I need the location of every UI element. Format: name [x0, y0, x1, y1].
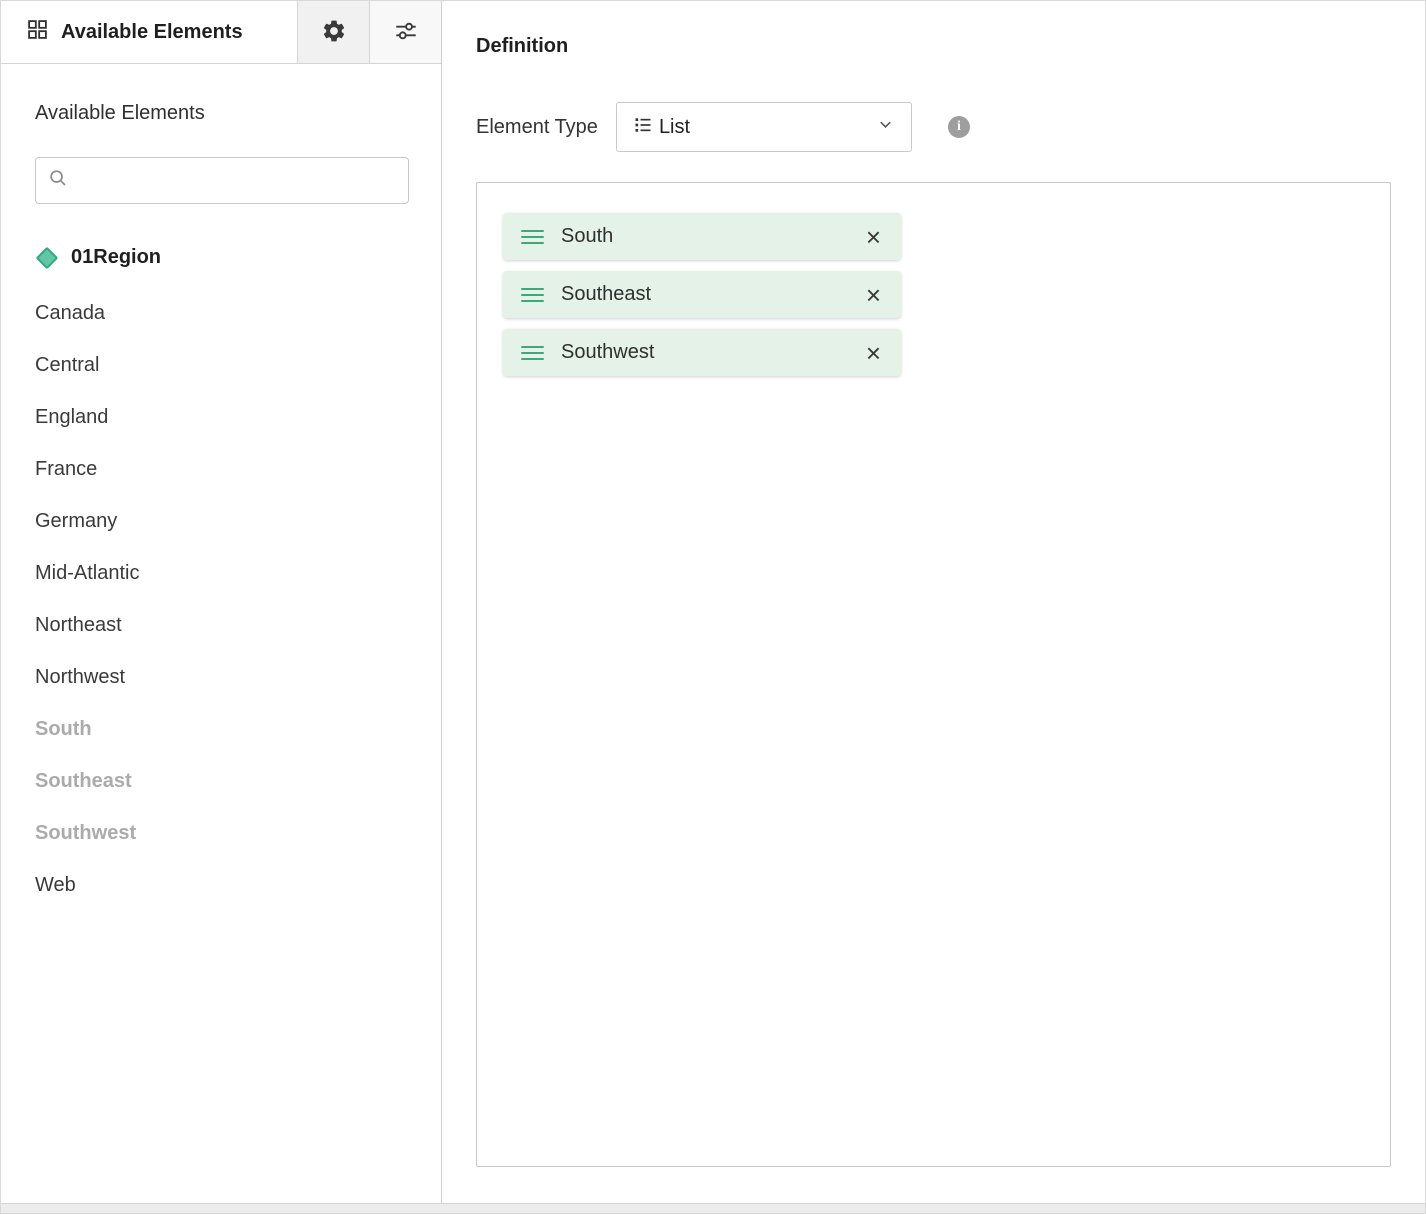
element-type-dropdown[interactable]: List	[616, 102, 912, 152]
selected-elements-area[interactable]: South × Southeast × Southwest ×	[476, 182, 1391, 1167]
panel-header: Available Elements	[1, 1, 441, 64]
chip-label: South	[561, 225, 864, 248]
element-item[interactable]: Canada	[35, 287, 409, 339]
sliders-icon	[393, 18, 419, 47]
search-icon	[48, 168, 68, 193]
element-item[interactable]: Germany	[35, 495, 409, 547]
list-icon	[633, 115, 653, 140]
element-type-value: List	[659, 116, 876, 139]
element-item-selected: Southwest	[35, 807, 409, 859]
element-item[interactable]: Central	[35, 339, 409, 391]
search-input[interactable]	[78, 170, 396, 191]
remove-icon[interactable]: ×	[864, 340, 883, 366]
element-item[interactable]: England	[35, 391, 409, 443]
dialog-bottom-edge	[1, 1203, 1425, 1213]
settings-button[interactable]	[297, 1, 369, 63]
remove-icon[interactable]: ×	[864, 224, 883, 250]
display-options-button[interactable]	[369, 1, 441, 63]
element-item[interactable]: France	[35, 443, 409, 495]
grid-icon	[27, 19, 48, 45]
drag-handle-icon[interactable]	[521, 230, 544, 244]
element-item[interactable]: Northwest	[35, 651, 409, 703]
panel-title: Available Elements	[61, 21, 243, 44]
element-type-row: Element Type List	[476, 102, 1389, 152]
attribute-name: 01Region	[71, 246, 161, 269]
definition-panel: Definition Element Type List	[443, 1, 1425, 1205]
element-item[interactable]: Mid-Atlantic	[35, 547, 409, 599]
available-elements-panel: Available Elements	[1, 1, 442, 1205]
drag-handle-icon[interactable]	[521, 288, 544, 302]
attribute-diamond-icon	[36, 246, 59, 269]
drag-handle-icon[interactable]	[521, 346, 544, 360]
chip-label: Southeast	[561, 283, 864, 306]
selected-element-chip[interactable]: Southwest ×	[503, 329, 901, 376]
search-box	[35, 157, 409, 204]
definition-title: Definition	[476, 35, 1389, 58]
panel-title-cell: Available Elements	[1, 1, 297, 63]
element-picker-dialog: Available Elements	[0, 0, 1426, 1214]
element-item[interactable]: Northeast	[35, 599, 409, 651]
selected-element-chip[interactable]: South ×	[503, 213, 901, 260]
info-icon[interactable]: i	[948, 116, 970, 138]
chip-label: Southwest	[561, 341, 864, 364]
panel-body: Available Elements 01Region Canada Centr…	[1, 64, 441, 911]
element-item-selected: South	[35, 703, 409, 755]
section-title: Available Elements	[35, 102, 409, 125]
available-elements-list: Canada Central England France Germany Mi…	[35, 287, 409, 911]
remove-icon[interactable]: ×	[864, 282, 883, 308]
element-item-selected: Southeast	[35, 755, 409, 807]
gear-icon	[321, 18, 347, 47]
element-item[interactable]: Web	[35, 859, 409, 911]
element-type-label: Element Type	[476, 116, 598, 139]
attribute-row[interactable]: 01Region	[35, 246, 409, 269]
chevron-down-icon	[876, 115, 895, 139]
selected-element-chip[interactable]: Southeast ×	[503, 271, 901, 318]
